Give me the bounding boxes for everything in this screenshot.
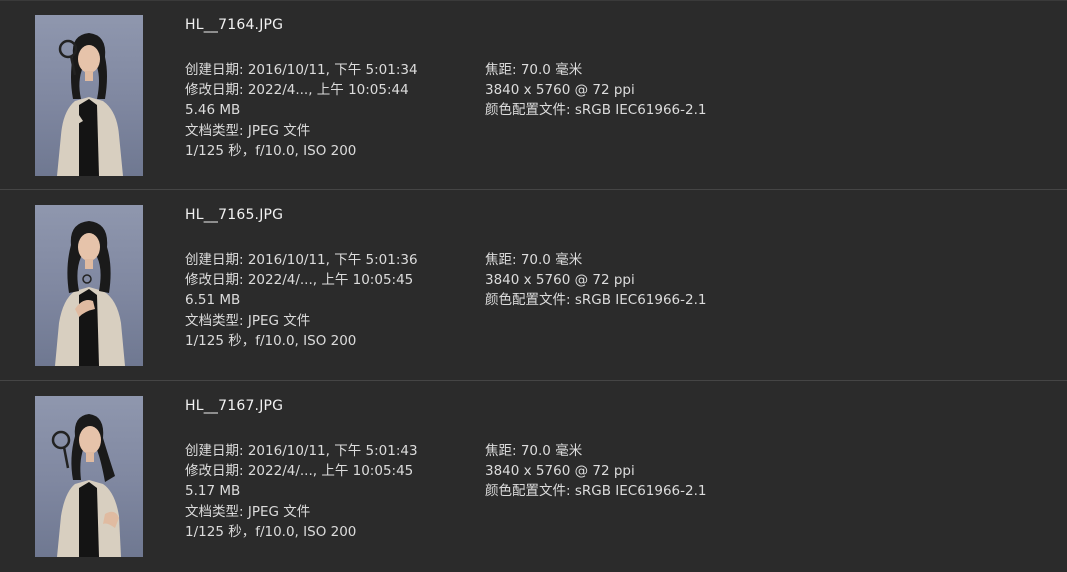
image-dimensions: 3840 x 5760 @ 72 ppi xyxy=(485,463,635,480)
portrait-image xyxy=(55,221,125,366)
metadata-left: 创建日期: 2016/10/11, 下午 5:01:36 修改日期: 2022/… xyxy=(185,250,418,351)
photo-thumbnail[interactable] xyxy=(35,15,143,176)
file-size: 5.46 MB xyxy=(185,102,241,119)
color-profile: 颜色配置文件: sRGB IEC61966-2.1 xyxy=(485,292,707,309)
color-profile: 颜色配置文件: sRGB IEC61966-2.1 xyxy=(485,102,707,119)
document-type: 文档类型: JPEG 文件 xyxy=(185,503,311,520)
modified-date: 修改日期: 2022/4/..., 上午 10:05:45 xyxy=(185,272,414,289)
portrait-image xyxy=(51,414,121,557)
file-name: HL__7164.JPG xyxy=(185,17,284,33)
image-dimensions: 3840 x 5760 @ 72 ppi xyxy=(485,272,635,289)
portrait-image xyxy=(57,33,123,176)
created-date: 创建日期: 2016/10/11, 下午 5:01:36 xyxy=(185,252,418,268)
file-row[interactable]: HL__7165.JPG 创建日期: 2016/10/11, 下午 5:01:3… xyxy=(0,191,1067,381)
image-dimensions: 3840 x 5760 @ 72 ppi xyxy=(485,82,635,99)
file-info-list: HL__7164.JPG 创建日期: 2016/10/11, 下午 5:01:3… xyxy=(0,0,1067,568)
focal-length: 焦距: 70.0 毫米 xyxy=(485,62,583,78)
file-row[interactable]: HL__7167.JPG 创建日期: 2016/10/11, 下午 5:01:4… xyxy=(0,382,1067,572)
photo-thumbnail[interactable] xyxy=(35,205,143,366)
metadata-left: 创建日期: 2016/10/11, 下午 5:01:34 修改日期: 2022/… xyxy=(185,60,418,161)
file-name: HL__7165.JPG xyxy=(185,207,284,223)
color-profile: 颜色配置文件: sRGB IEC61966-2.1 xyxy=(485,483,707,500)
focal-length: 焦距: 70.0 毫米 xyxy=(485,443,583,459)
metadata-right: 焦距: 70.0 毫米 3840 x 5760 @ 72 ppi 颜色配置文件:… xyxy=(485,250,707,311)
created-date: 创建日期: 2016/10/11, 下午 5:01:34 xyxy=(185,62,418,78)
modified-date: 修改日期: 2022/4/..., 上午 10:05:45 xyxy=(185,463,414,480)
exposure-info: 1/125 秒，f/10.0, ISO 200 xyxy=(185,523,357,540)
metadata-left: 创建日期: 2016/10/11, 下午 5:01:43 修改日期: 2022/… xyxy=(185,441,418,542)
focal-length: 焦距: 70.0 毫米 xyxy=(485,252,583,268)
document-type: 文档类型: JPEG 文件 xyxy=(185,122,311,139)
document-type: 文档类型: JPEG 文件 xyxy=(185,312,311,329)
photo-thumbnail[interactable] xyxy=(35,396,143,557)
file-name: HL__7167.JPG xyxy=(185,398,284,414)
metadata-right: 焦距: 70.0 毫米 3840 x 5760 @ 72 ppi 颜色配置文件:… xyxy=(485,60,707,121)
file-row[interactable]: HL__7164.JPG 创建日期: 2016/10/11, 下午 5:01:3… xyxy=(0,0,1067,190)
exposure-info: 1/125 秒，f/10.0, ISO 200 xyxy=(185,332,357,349)
created-date: 创建日期: 2016/10/11, 下午 5:01:43 xyxy=(185,443,418,459)
file-size: 5.17 MB xyxy=(185,483,241,500)
modified-date: 修改日期: 2022/4..., 上午 10:05:44 xyxy=(185,82,409,99)
exposure-info: 1/125 秒，f/10.0, ISO 200 xyxy=(185,142,357,159)
file-size: 6.51 MB xyxy=(185,292,241,309)
metadata-right: 焦距: 70.0 毫米 3840 x 5760 @ 72 ppi 颜色配置文件:… xyxy=(485,441,707,502)
